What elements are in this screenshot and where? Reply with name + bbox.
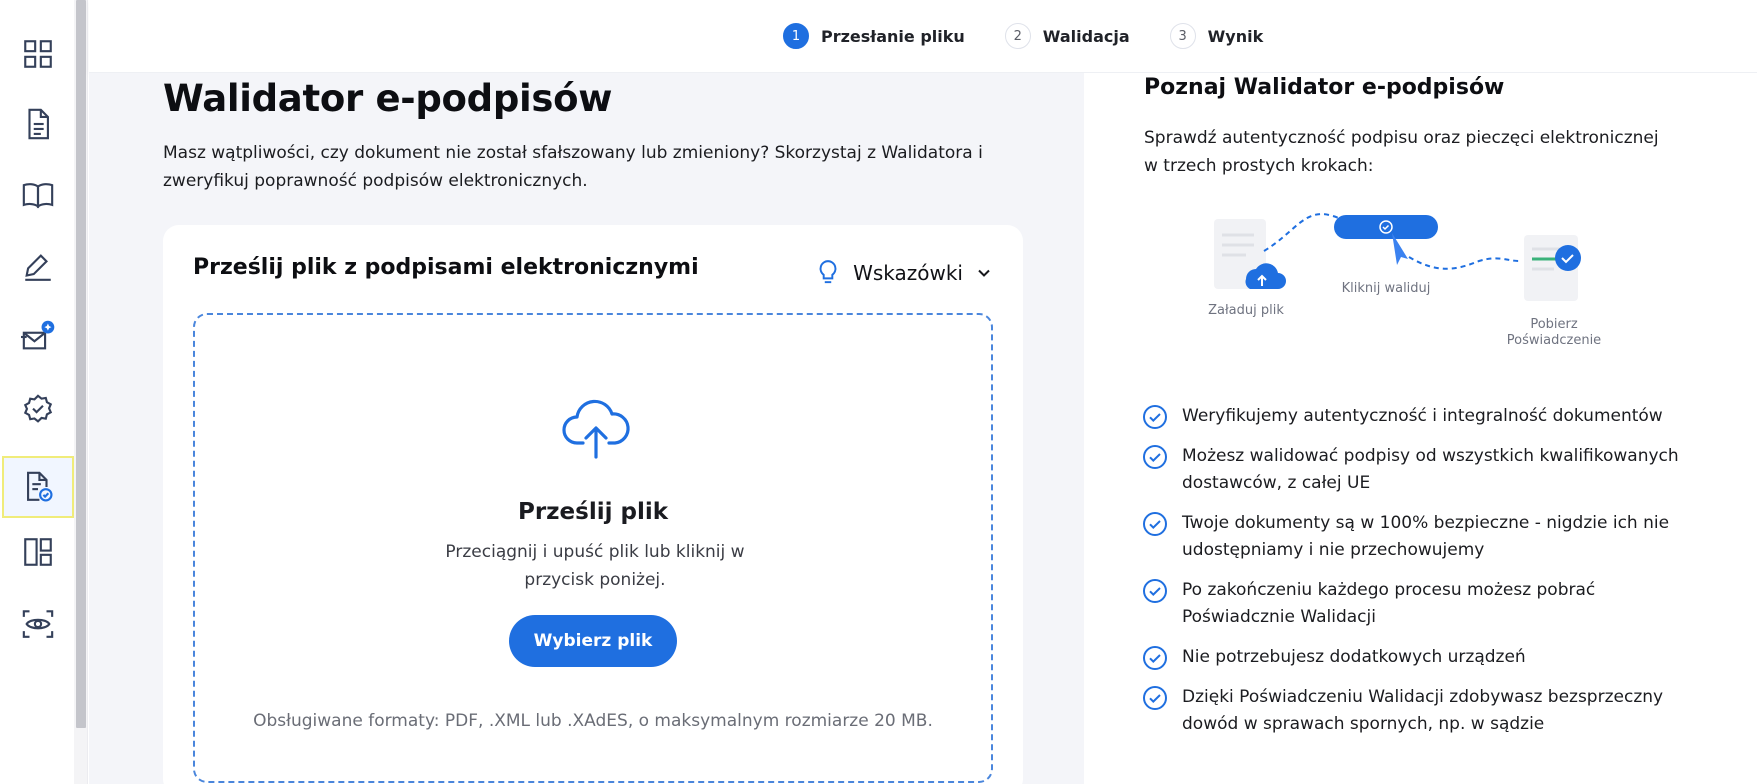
sidebar-item-knowledge[interactable]	[2, 164, 74, 226]
dropzone-title: Prześlij plik	[517, 499, 669, 525]
feature-text: Twoje dokumenty są w 100% bezpieczne - n…	[1182, 513, 1670, 560]
hints-toggle[interactable]: Wskazówki	[815, 259, 993, 287]
step-validation: 2 Walidacja	[1004, 23, 1130, 49]
feature-list: Weryfikujemy autentyczność i integralnoś…	[1142, 403, 1702, 738]
page-intro: Masz wątpliwości, czy dokument nie zosta…	[163, 143, 983, 191]
eye-scan-icon	[22, 610, 54, 638]
check-circle-icon	[1143, 579, 1167, 603]
supported-formats: Obsługiwane formaty: PDF, .XML lub .XAdE…	[253, 711, 933, 731]
sidebar-item-ai-mail[interactable]	[2, 306, 74, 368]
step-label: Przesłanie pliku	[821, 26, 965, 46]
steps-illustration: Załaduj plik Kliknij waliduj Pobierz Poś…	[1194, 213, 1644, 393]
step-label: Wynik	[1207, 26, 1264, 46]
lightbulb-icon	[819, 260, 837, 284]
cloud-upload-icon	[562, 399, 630, 459]
seal-icon	[1555, 245, 1581, 271]
info-title: Poznaj Walidator e-podpisów	[1144, 75, 1505, 100]
check-circle-icon	[1143, 405, 1167, 429]
book-icon	[22, 183, 54, 209]
signature-pen-icon	[25, 254, 51, 281]
info-subtitle: Sprawdź autentyczność podpisu oraz piecz…	[1144, 128, 1659, 176]
feature-text: Nie potrzebujesz dodatkowych urządzeń	[1182, 647, 1526, 667]
sidebar-item-documents[interactable]	[2, 93, 74, 155]
feature-text: Dzięki Poświadczeniu Walidacji zdobywasz…	[1182, 687, 1664, 734]
sidebar	[0, 0, 74, 784]
sidebar-item-layouts[interactable]	[2, 521, 74, 583]
layout-panels-icon	[24, 538, 52, 566]
step-label: Walidacja	[1042, 26, 1130, 46]
upload-card: Prześlij plik z podpisami elektronicznym…	[163, 225, 1023, 784]
chevron-down-icon	[978, 269, 990, 277]
sidebar-item-preview[interactable]	[2, 593, 74, 655]
dropzone-text: Przeciągnij i upuść plik lub kliknij w p…	[445, 542, 745, 590]
sidebar-item-certificates[interactable]	[2, 379, 74, 441]
document-check-icon	[27, 471, 53, 502]
feature-text: Po zakończeniu każdego procesu możesz po…	[1182, 580, 1596, 627]
dashboard-grid-icon	[24, 40, 52, 68]
step-number: 1	[783, 23, 809, 49]
check-circle-icon	[1143, 686, 1167, 710]
scrollbar-thumb[interactable]	[76, 0, 86, 728]
stepper: 1 Przesłanie pliku 2 Walidacja 3 Wynik	[783, 23, 1303, 49]
info-panel: Poznaj Walidator e-podpisów Sprawdź aute…	[1084, 73, 1757, 784]
main-content: Walidator e-podpisów Masz wątpliwości, c…	[89, 73, 1084, 784]
step-number: 2	[1004, 23, 1031, 49]
hints-label: Wskazówki	[853, 261, 963, 285]
step-upload: 1 Przesłanie pliku	[783, 23, 965, 49]
feature-item: Po zakończeniu każdego procesu możesz po…	[1142, 577, 1702, 631]
step-result: 3 Wynik	[1169, 23, 1264, 49]
sidebar-item-signature[interactable]	[2, 236, 74, 298]
feature-item: Twoje dokumenty są w 100% bezpieczne - n…	[1142, 510, 1702, 564]
feature-text: Możesz walidować podpisy od wszystkich k…	[1182, 446, 1679, 493]
check-circle-icon	[1143, 512, 1167, 536]
check-circle-icon	[1143, 646, 1167, 670]
choose-file-button[interactable]: Wybierz plik	[509, 615, 677, 667]
illustration-label-upload: Załaduj plik	[1208, 303, 1284, 318]
illustration-label-download-2: Poświadczenie	[1506, 333, 1602, 348]
sidebar-item-validator[interactable]	[2, 456, 74, 518]
page-title: Walidator e-podpisów	[163, 77, 613, 120]
feature-item: Weryfikujemy autentyczność i integralnoś…	[1142, 403, 1702, 430]
envelope-ai-icon	[21, 320, 55, 350]
card-title: Prześlij plik z podpisami elektronicznym…	[193, 255, 699, 280]
feature-item: Nie potrzebujesz dodatkowych urządzeń	[1142, 644, 1702, 671]
feature-item: Możesz walidować podpisy od wszystkich k…	[1142, 443, 1702, 497]
illustration-label-validate: Kliknij waliduj	[1341, 281, 1431, 296]
stepper-bar: 1 Przesłanie pliku 2 Walidacja 3 Wynik	[89, 0, 1757, 73]
step-number: 3	[1169, 23, 1196, 49]
sidebar-item-dashboard[interactable]	[2, 23, 74, 85]
check-circle-icon	[1143, 445, 1167, 469]
document-icon	[28, 108, 49, 140]
sidebar-scrollbar[interactable]	[74, 0, 88, 784]
feature-item: Dzięki Poświadczeniu Walidacji zdobywasz…	[1142, 684, 1702, 738]
certificate-badge-icon	[23, 394, 53, 423]
feature-text: Weryfikujemy autentyczność i integralnoś…	[1182, 406, 1663, 426]
file-dropzone[interactable]: Prześlij plik Przeciągnij i upuść plik l…	[193, 313, 993, 783]
